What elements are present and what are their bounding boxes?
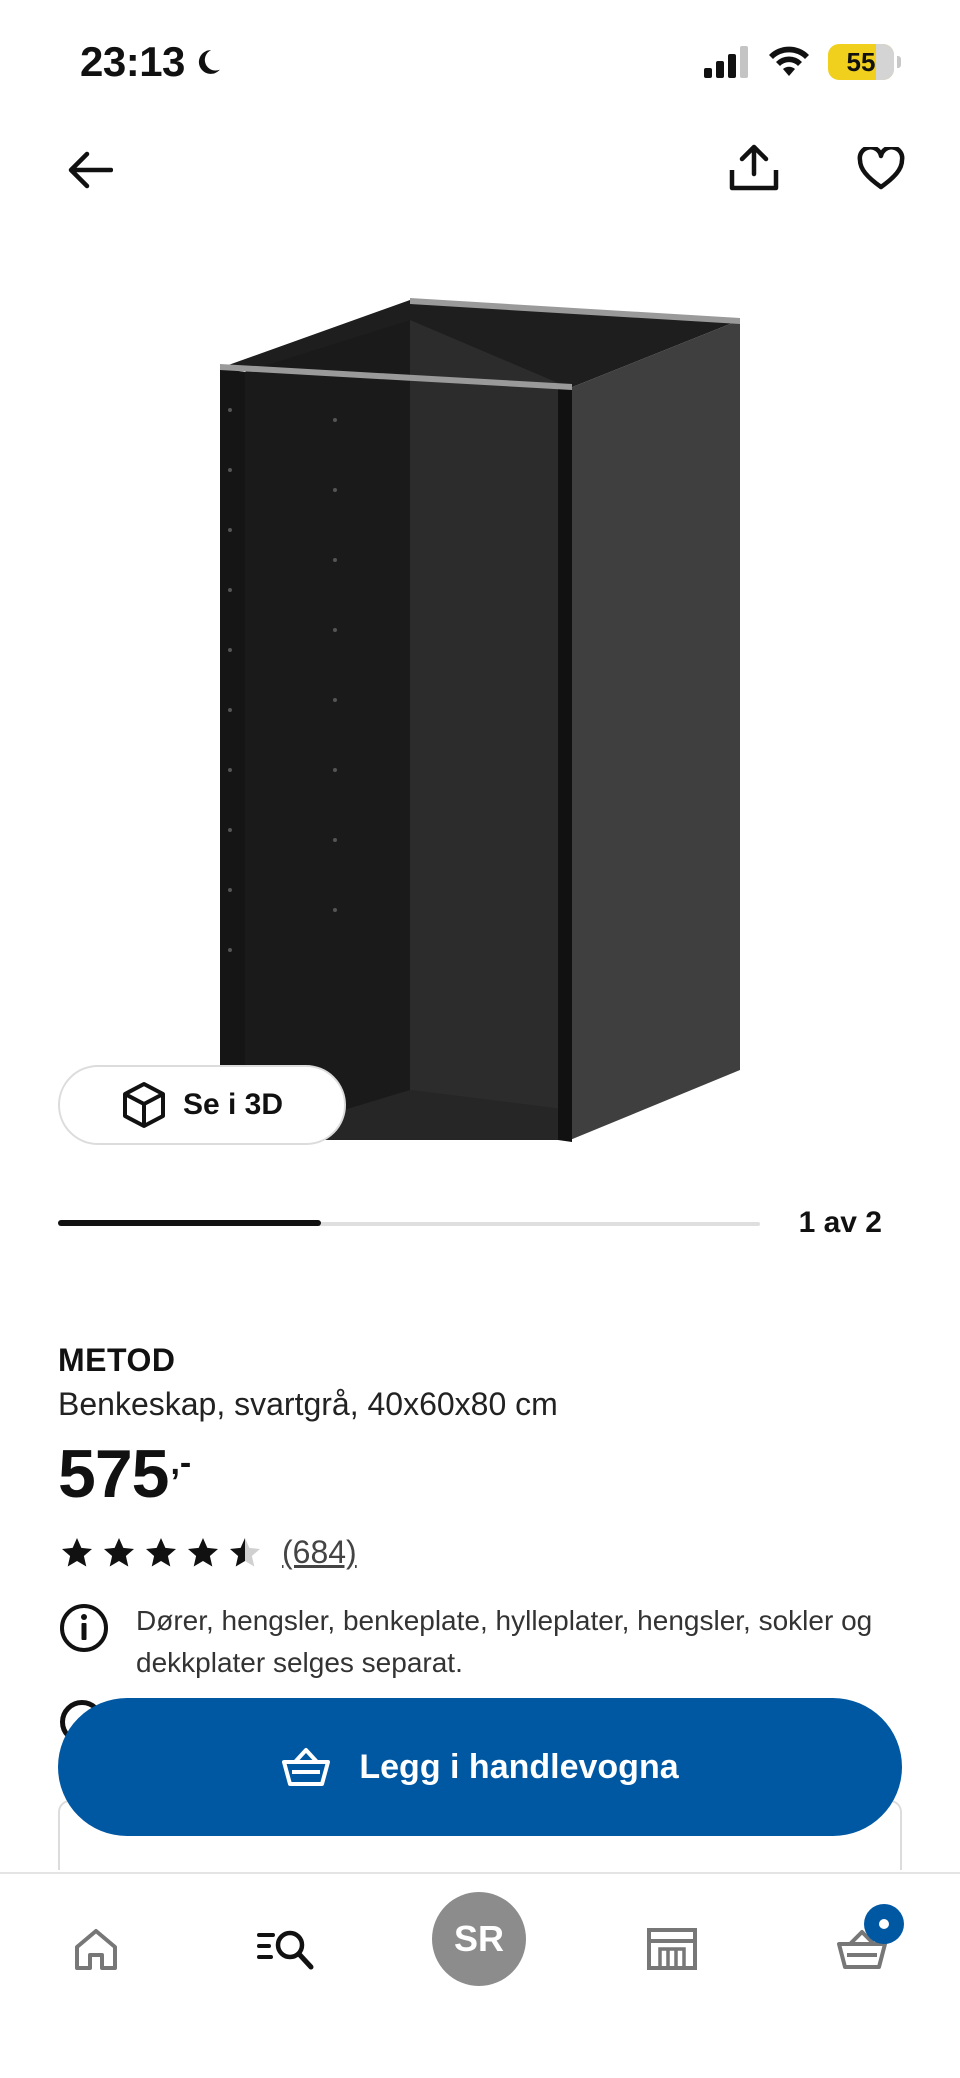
product-rating[interactable]: (684) bbox=[58, 1534, 357, 1571]
product-name: METOD bbox=[58, 1342, 176, 1378]
add-to-cart-label: Legg i handlevogna bbox=[359, 1747, 679, 1786]
star-full-icon bbox=[104, 1537, 134, 1566]
price-suffix: ,- bbox=[170, 1444, 192, 1482]
review-count-link[interactable]: (684) bbox=[282, 1534, 357, 1571]
cube-icon bbox=[122, 1082, 165, 1128]
info-note: Dører, hengsler, benkeplate, hylleplater… bbox=[58, 1600, 888, 1684]
nav-search[interactable] bbox=[236, 1904, 336, 1994]
battery-indicator: 55 bbox=[828, 44, 901, 80]
info-note-text: Dører, hengsler, benkeplate, hylleplater… bbox=[136, 1605, 873, 1678]
price-value: 575 bbox=[58, 1436, 169, 1512]
view-in-3d-button[interactable]: Se i 3D bbox=[58, 1065, 346, 1145]
gallery-counter: 1 av 2 bbox=[798, 1206, 882, 1239]
gallery-progress-bar[interactable] bbox=[58, 1220, 760, 1228]
search-icon bbox=[257, 1930, 314, 1970]
nav-stores[interactable] bbox=[622, 1904, 722, 1994]
battery-level: 55 bbox=[846, 46, 876, 77]
moon-icon bbox=[198, 50, 220, 74]
star-half-icon bbox=[230, 1537, 260, 1566]
cart-badge bbox=[864, 1904, 904, 1944]
product-description: Benkeskap, svartgrå, 40x60x80 cm bbox=[58, 1386, 558, 1422]
nav-cart[interactable] bbox=[812, 1904, 912, 1994]
wifi-icon bbox=[769, 46, 809, 76]
bottom-navigation: SR bbox=[0, 1872, 960, 2078]
cellular-signal-icon bbox=[704, 46, 748, 78]
status-indicators: 55 bbox=[704, 44, 901, 80]
nav-home[interactable] bbox=[46, 1904, 146, 1994]
progress-fill bbox=[58, 1220, 322, 1226]
favourite-button[interactable] bbox=[852, 140, 910, 198]
product-price: 575 ,- bbox=[58, 1440, 191, 1508]
top-navigation bbox=[0, 130, 960, 210]
view-in-3d-label: Se i 3D bbox=[182, 1088, 284, 1121]
star-full-icon bbox=[146, 1537, 176, 1566]
profile-avatar[interactable]: SR bbox=[432, 1892, 526, 1986]
store-icon bbox=[647, 1928, 697, 1970]
product-image[interactable] bbox=[200, 290, 760, 1150]
basket-icon bbox=[282, 1748, 331, 1786]
home-icon bbox=[75, 1929, 117, 1970]
info-icon bbox=[60, 1604, 108, 1652]
status-time: 23:13 bbox=[80, 38, 223, 86]
heart-icon bbox=[857, 147, 905, 190]
back-button[interactable] bbox=[62, 142, 118, 198]
cabinet-illustration bbox=[220, 298, 740, 1142]
star-full-icon bbox=[62, 1537, 92, 1566]
share-icon bbox=[729, 144, 779, 191]
add-to-cart-button[interactable]: Legg i handlevogna bbox=[58, 1698, 902, 1836]
star-full-icon bbox=[188, 1537, 218, 1566]
arrow-left-icon bbox=[68, 151, 113, 189]
status-time-text: 23:13 bbox=[80, 38, 185, 85]
status-bar: 23:13 55 bbox=[0, 0, 960, 130]
share-button[interactable] bbox=[724, 138, 784, 198]
